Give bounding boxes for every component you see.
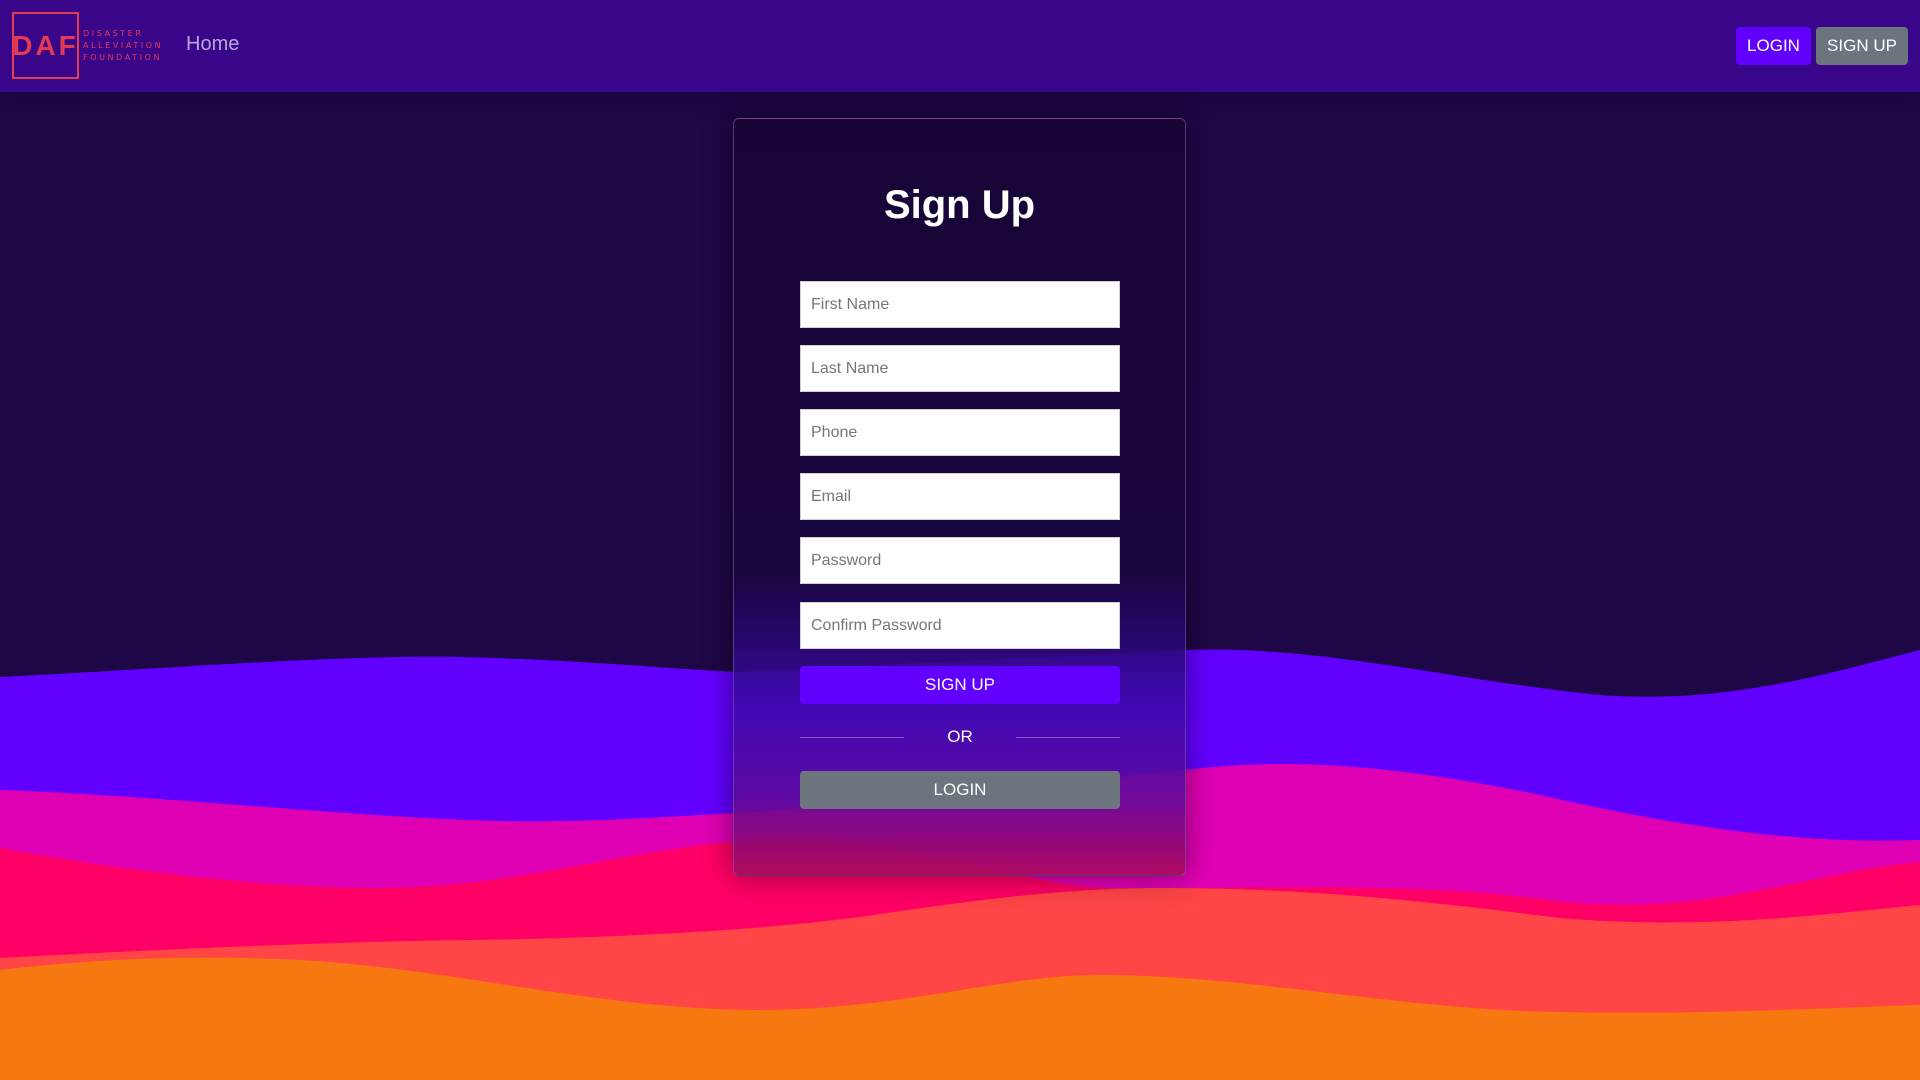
logo-wordmark: DISASTER ALLEVIATION FOUNDATION xyxy=(83,28,163,64)
phone-input[interactable] xyxy=(800,409,1120,456)
signup-submit-button[interactable]: SIGN UP xyxy=(800,666,1120,704)
nav-login-button[interactable]: LOGIN xyxy=(1736,27,1811,65)
last-name-input[interactable] xyxy=(800,345,1120,392)
page-title: Sign Up xyxy=(883,183,1036,227)
password-input[interactable] xyxy=(800,537,1120,584)
signup-card: Sign Up SIGN UP OR LOGIN xyxy=(733,118,1186,876)
nav-home-link[interactable]: Home xyxy=(186,33,239,56)
first-name-input[interactable] xyxy=(800,281,1120,328)
nav-signup-button[interactable]: SIGN UP xyxy=(1816,27,1908,65)
daf-logo[interactable]: DAF DISASTER ALLEVIATION FOUNDATION xyxy=(12,12,163,79)
logo-line-1: DISASTER xyxy=(83,28,144,38)
confirm-password-input[interactable] xyxy=(800,602,1120,649)
logo-line-3: FOUNDATION xyxy=(83,52,163,62)
logo-letters: DAF xyxy=(12,12,79,79)
or-divider-text: OR xyxy=(947,727,973,746)
divider-line-left xyxy=(800,736,904,738)
divider-line-right xyxy=(1016,736,1120,738)
logo-line-2: ALLEVIATION xyxy=(83,40,164,50)
or-divider: OR xyxy=(800,726,1120,748)
login-button[interactable]: LOGIN xyxy=(800,771,1120,809)
email-input[interactable] xyxy=(800,473,1120,520)
navbar: DAF DISASTER ALLEVIATION FOUNDATION Home… xyxy=(0,0,1920,92)
